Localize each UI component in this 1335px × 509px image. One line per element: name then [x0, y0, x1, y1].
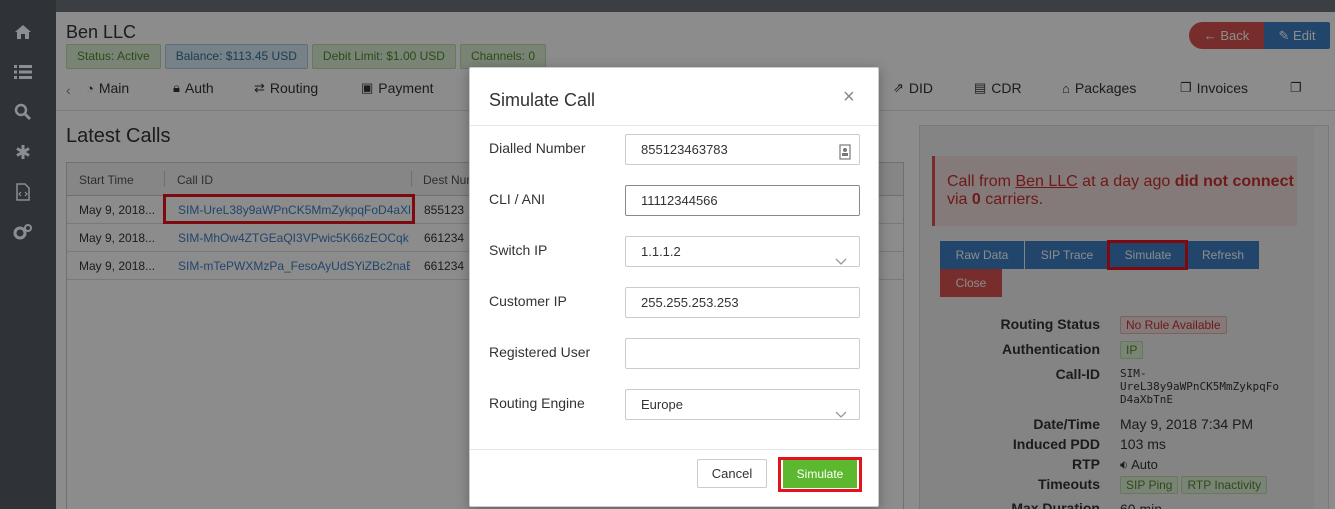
modal-header-divider — [470, 125, 878, 126]
dialled-number-label: Dialled Number — [489, 140, 586, 156]
cogs-icon[interactable] — [13, 222, 33, 242]
top-bar — [0, 0, 1335, 12]
close-icon[interactable]: × — [843, 86, 855, 109]
switch-ip-label: Switch IP — [489, 242, 548, 258]
chevron-down-icon — [835, 400, 847, 429]
routing-engine-select[interactable]: Europe — [625, 389, 860, 420]
cli-ani-label: CLI / ANI — [489, 191, 546, 207]
modal-footer-divider — [470, 449, 878, 450]
cancel-button[interactable]: Cancel — [697, 459, 767, 488]
chevron-down-icon — [835, 247, 847, 276]
routing-engine-label: Routing Engine — [489, 395, 585, 411]
modal-title: Simulate Call — [489, 90, 596, 110]
code-file-icon[interactable] — [13, 182, 33, 202]
registered-user-label: Registered User — [489, 344, 591, 360]
simulate-submit-highlight — [778, 457, 862, 492]
dialled-number-field[interactable]: 855123463783 — [625, 134, 860, 165]
contact-card-icon[interactable] — [839, 141, 851, 170]
home-icon[interactable] — [13, 22, 33, 42]
customer-ip-label: Customer IP — [489, 293, 567, 309]
customer-ip-field[interactable]: 255.255.253.253 — [625, 287, 860, 318]
registered-user-field[interactable] — [625, 338, 860, 369]
asterisk-icon[interactable] — [13, 142, 33, 162]
simulate-call-modal: Simulate Call × Dialled Number 855123463… — [469, 67, 879, 507]
sidebar — [0, 0, 56, 509]
switch-ip-select[interactable]: 1.1.1.2 — [625, 236, 860, 267]
search-icon[interactable] — [13, 102, 33, 122]
cli-ani-field[interactable]: 11112344566 — [625, 185, 860, 216]
list-icon[interactable] — [13, 62, 33, 82]
